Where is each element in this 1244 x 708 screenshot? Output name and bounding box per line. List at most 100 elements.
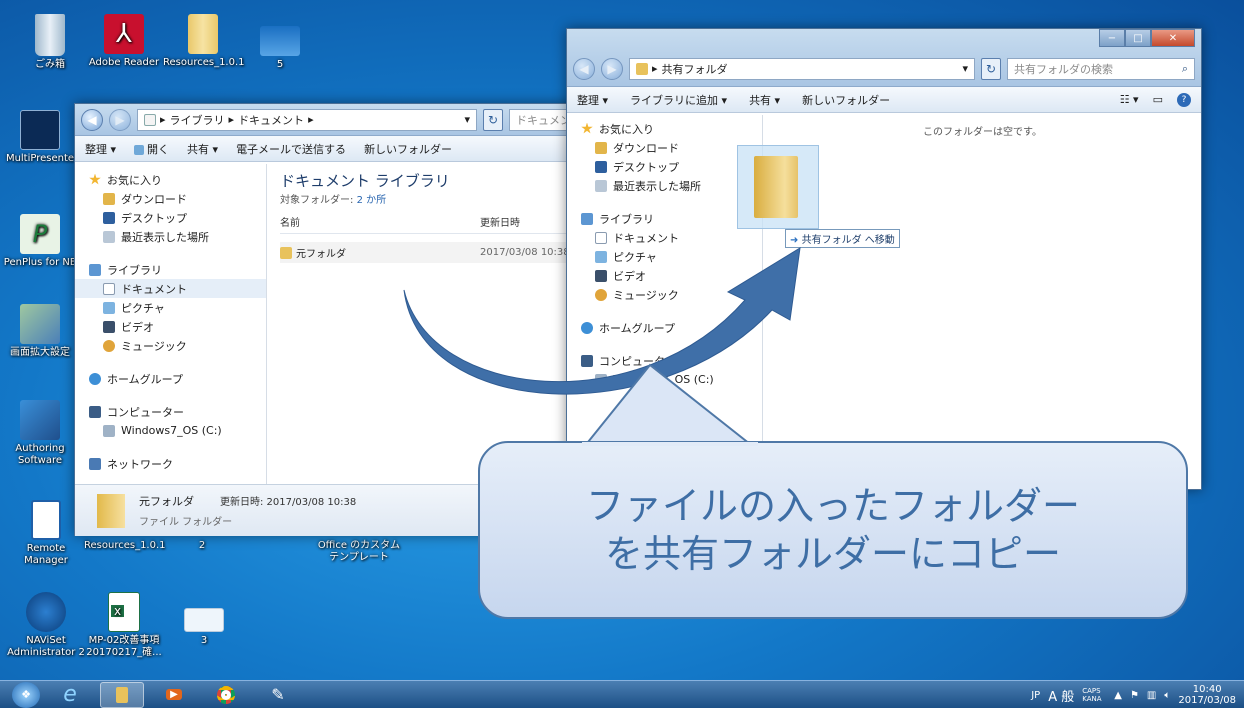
nav-recent[interactable]: 最近表示した場所 [567,176,762,195]
magnify-settings-label: 画面拡大設定 [10,347,70,358]
nav-music[interactable]: ミュージック [75,336,266,355]
add-to-library-button[interactable]: ライブラリに追加 ▾ [630,92,727,108]
navigation-pane: お気に入り ダウンロード デスクトップ 最近表示した場所 ライブラリ ドキュメン… [75,164,267,484]
multipresenter-shortcut[interactable]: MultiPresente [0,110,80,165]
nav-documents[interactable]: ドキュメント [75,279,266,298]
maximize-button[interactable]: □ [1125,29,1151,47]
nav-downloads[interactable]: ダウンロード [567,138,762,157]
email-button[interactable]: 電子メールで送信する [236,141,346,157]
taskbar-paint[interactable]: ✎ [256,682,300,708]
nav-videos[interactable]: ビデオ [75,317,266,336]
taskbar-chrome[interactable] [204,682,248,708]
address-dropdown-icon[interactable]: ▾ [464,113,470,126]
nav-favorites[interactable]: お気に入り [567,119,762,138]
refresh-button[interactable]: ↻ [483,108,503,131]
item-3[interactable]: 3 [164,592,244,647]
nav-downloads[interactable]: ダウンロード [75,189,266,208]
address-bar[interactable]: ▸ ライブラリ ▸ ドキュメント ▸ ▾ [137,108,477,131]
dragged-folder-ghost [737,145,819,229]
excel-file[interactable]: x MP-02改善事項 20170217_確... [84,592,164,659]
help-icon[interactable]: ? [1177,92,1191,107]
start-button[interactable]: ❖ [12,681,40,708]
nav-pictures[interactable]: ピクチャ [567,247,762,266]
magnify-settings-shortcut[interactable]: 画面拡大設定 [0,304,80,359]
share-button[interactable]: 共有 ▾ [187,141,218,157]
organize-button[interactable]: 整理 ▾ [85,141,116,157]
naviset-shortcut[interactable]: NAViSet Administrator 2 [6,592,86,659]
share-button[interactable]: 共有 ▾ [749,92,780,108]
refresh-button[interactable]: ↻ [981,57,1001,80]
library-locations-link[interactable]: 2 か所 [357,195,387,206]
nav-music-label: ミュージック [121,339,187,353]
adobe-reader-shortcut[interactable]: ⅄ Adobe Reader [84,14,164,69]
nav-videos-label: ビデオ [613,269,646,283]
forward-button[interactable]: ▶ [109,108,131,131]
network-tray-icon[interactable]: ▥ [1147,690,1156,701]
volume-icon[interactable]: 🔈︎ [1164,690,1170,701]
ime-mode[interactable]: A 般 [1048,686,1074,705]
new-folder-button[interactable]: 新しいフォルダー [364,141,452,157]
authoring-software-shortcut[interactable]: Authoring Software [0,400,80,467]
back-button[interactable]: ◀ [573,57,595,80]
minimize-button[interactable]: − [1099,29,1125,47]
new-folder-button[interactable]: 新しいフォルダー [802,92,890,108]
nav-favorites[interactable]: お気に入り [75,170,266,189]
callout-line-2: を共有フォルダーにコピー [604,532,1061,576]
address-dropdown-icon[interactable]: ▾ [962,62,968,75]
item-2[interactable]: 2 [162,540,242,552]
library-title: ドキュメント ライブラリ [280,172,450,190]
documents-titlebar: ◀ ▶ ▸ ライブラリ ▸ ドキュメント ▸ ▾ ↻ ドキュメン [75,104,585,136]
taskbar-explorer[interactable] [100,681,144,708]
open-button[interactable]: 開く [134,141,169,157]
lang-indicator[interactable]: JP [1031,690,1040,701]
nav-documents-label: ドキュメント [121,282,187,296]
column-date[interactable]: 更新日時 [480,214,520,229]
column-name[interactable]: 名前 [280,214,480,229]
office-templates-folder[interactable]: Office のカスタム テンプレート [314,540,404,564]
show-hidden-icons-icon[interactable]: ▲ [1114,690,1122,701]
preview-pane-icon[interactable]: ▭ [1153,93,1163,107]
clock-time[interactable]: 10:40 [1178,684,1236,695]
nav-computer[interactable]: コンピューター [567,351,762,370]
nav-drive-label: Windows7_OS (C:) [613,373,714,386]
nav-computer[interactable]: コンピューター [75,402,266,421]
nav-drive-c[interactable]: Windows7_OS (C:) [75,421,266,440]
address-bar[interactable]: ▸ 共有フォルダ ▾ [629,57,975,80]
item-5[interactable]: 5 [240,14,320,71]
clock-date[interactable]: 2017/03/08 [1178,695,1236,706]
recycle-bin[interactable]: ごみ箱 [10,14,90,71]
search-input[interactable]: 共有フォルダの検索 ⌕ [1007,57,1195,80]
nav-music[interactable]: ミュージック [567,285,762,304]
nav-libraries[interactable]: ライブラリ [567,209,762,228]
nav-drive-label: Windows7_OS (C:) [121,424,222,437]
action-center-flag-icon[interactable]: ⚑ [1130,690,1139,701]
resources-folder[interactable]: Resources_1.0.1 [84,540,166,552]
details-date: 更新日時: 2017/03/08 10:38 [220,497,357,508]
nav-documents[interactable]: ドキュメント [567,228,762,247]
libraries-icon [581,212,593,225]
penplus-shortcut[interactable]: P PenPlus for NE [0,214,80,269]
nav-network[interactable]: ネットワーク [75,454,266,473]
back-button[interactable]: ◀ [81,108,103,131]
close-button[interactable]: ✕ [1151,29,1195,47]
organize-button[interactable]: 整理 ▾ [577,92,608,108]
nav-desktop[interactable]: デスクトップ [75,208,266,227]
breadcrumb-documents[interactable]: ドキュメント [238,112,304,128]
breadcrumb-shared-folder[interactable]: 共有フォルダ [662,61,728,77]
nav-pictures[interactable]: ピクチャ [75,298,266,317]
view-options-icon[interactable]: ☷ ▾ [1120,93,1139,107]
resources-zip-shortcut[interactable]: Resources_1.0.1 [163,14,245,69]
nav-videos[interactable]: ビデオ [567,266,762,285]
documents-content: ドキュメント ライブラリ 対象フォルダー: 2 か所 名前 更新日時 元フォルダ… [268,164,586,484]
nav-desktop[interactable]: デスクトップ [567,157,762,176]
file-row[interactable]: 元フォルダ 2017/03/08 10:38 [280,242,574,263]
taskbar-ie[interactable]: e [48,682,92,708]
breadcrumb-libraries[interactable]: ライブラリ [170,112,225,128]
nav-drive-c[interactable]: Windows7_OS (C:) [567,370,762,389]
taskbar-media-player[interactable]: ▶ [152,682,196,708]
nav-libraries[interactable]: ライブラリ [75,260,266,279]
nav-recent[interactable]: 最近表示した場所 [75,227,266,246]
nav-homegroup[interactable]: ホームグループ [75,369,266,388]
forward-button[interactable]: ▶ [601,57,623,80]
nav-homegroup[interactable]: ホームグループ [567,318,762,337]
